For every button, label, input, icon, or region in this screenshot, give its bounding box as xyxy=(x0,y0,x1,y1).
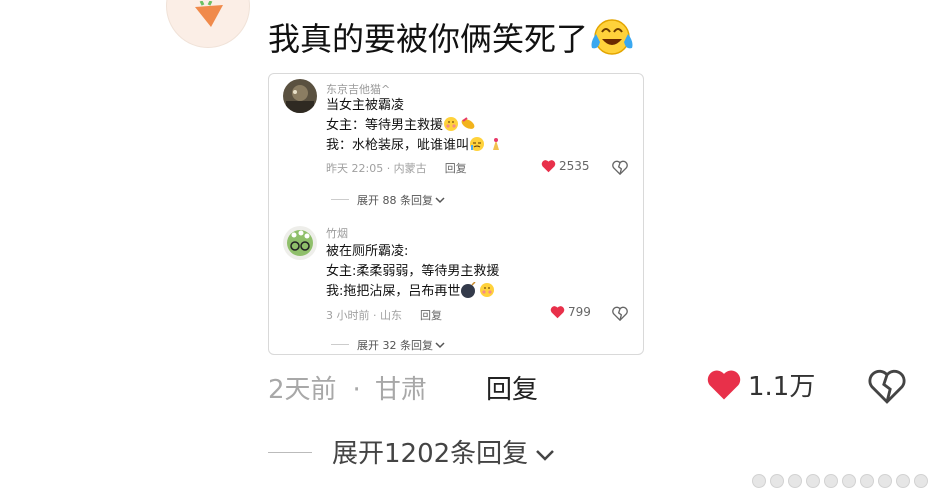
expand-replies-button[interactable]: 展开 32 条回复 xyxy=(331,337,445,353)
broken-heart-icon[interactable] xyxy=(868,368,906,404)
avatar xyxy=(283,226,317,260)
expand-replies-button[interactable]: 展开1202条回复 xyxy=(268,433,556,470)
laughing-crying-emoji-icon xyxy=(591,19,633,55)
watermark xyxy=(752,474,928,488)
like-button[interactable]: 799 xyxy=(550,305,591,319)
avatar[interactable] xyxy=(166,0,250,48)
comment-time: 2天前 xyxy=(268,375,337,405)
reply-text: 当女主被霸凌 女主：等待男主救援 我：水枪装尿，呲谁谁叫 xyxy=(326,96,503,156)
reply-meta: 3 小时前 · 山东 回复 xyxy=(326,309,442,322)
carrot-icon xyxy=(195,1,223,27)
username: 竹烟 xyxy=(326,227,348,240)
reply-button[interactable]: 回复 xyxy=(486,369,538,406)
broken-heart-icon[interactable] xyxy=(612,306,628,321)
expand-replies-button[interactable]: 展开 88 条回复 xyxy=(331,192,445,208)
comment-text: 我真的要被你俩笑死了 xyxy=(268,16,634,61)
blushing-emoji-icon xyxy=(444,117,475,131)
screenshot-card: 东京吉他猫^ 当女主被霸凌 女主：等待男主救援 我：水枪装尿，呲谁谁叫 昨天 2… xyxy=(268,73,644,355)
heart-icon xyxy=(541,160,556,173)
comment-location: 甘肃 xyxy=(374,375,427,405)
reply-meta: 昨天 22:05 · 内蒙古 回复 xyxy=(326,162,467,175)
bomb-emoji-icon xyxy=(461,282,495,298)
like-button[interactable]: 2535 xyxy=(541,159,590,173)
username: 东京吉他猫^ xyxy=(326,83,391,96)
heart-icon xyxy=(550,306,565,319)
heart-icon xyxy=(707,370,741,400)
comment-meta: 2天前 · 甘肃 xyxy=(268,375,427,405)
reply-button[interactable]: 回复 xyxy=(420,309,442,322)
like-button[interactable]: 1.1万 xyxy=(706,366,815,403)
chevron-down-icon xyxy=(435,197,445,204)
chevron-down-icon xyxy=(536,450,555,461)
reply-text: 被在厕所霸凌: 女主:柔柔弱弱，等待男主救援 我:拖把沾屎，吕布再世 xyxy=(326,244,500,299)
avatar xyxy=(283,79,317,113)
crying-emoji-icon xyxy=(470,137,500,151)
chevron-down-icon xyxy=(435,342,445,349)
broken-heart-icon[interactable] xyxy=(612,160,628,175)
reply-button[interactable]: 回复 xyxy=(445,162,467,175)
